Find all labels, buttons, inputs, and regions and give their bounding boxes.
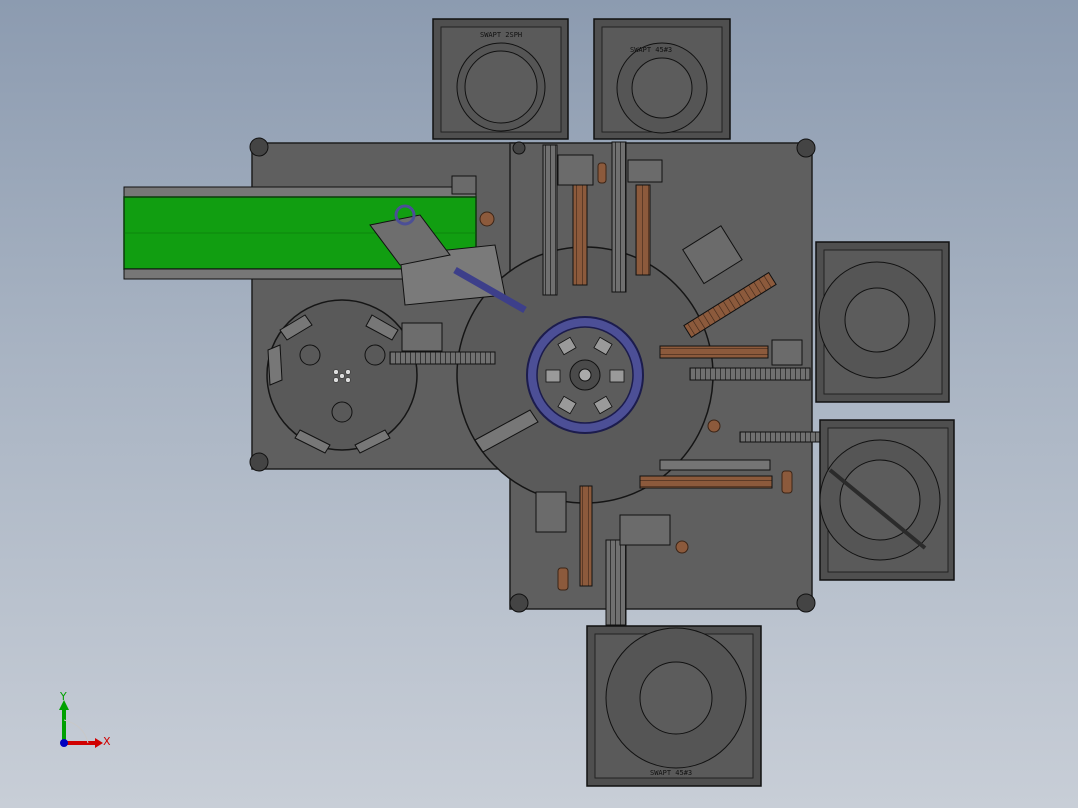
cad-viewport[interactable]: SWAPT 2SPH SWAPT 45#3 SWAPT 45#3 Y X	[0, 0, 1078, 808]
feeder-label-top-right: SWAPT 45#3	[630, 46, 672, 54]
feeder-bowl-top-right: SWAPT 45#3	[593, 18, 731, 140]
x-axis-label: X	[103, 735, 111, 748]
feeder-bowl-right-upper	[815, 241, 950, 403]
feeder-label-bottom: SWAPT 45#3	[650, 769, 692, 777]
feeder-bowl-top-left: SWAPT 2SPH	[432, 18, 569, 140]
y-axis-label: Y	[59, 690, 67, 703]
axis-triad: Y X	[59, 690, 111, 748]
feeder-bowl-bottom: SWAPT 45#3	[586, 625, 762, 787]
feeder-bowl-right-lower	[819, 419, 955, 581]
feeder-label-top-left: SWAPT 2SPH	[480, 31, 522, 39]
